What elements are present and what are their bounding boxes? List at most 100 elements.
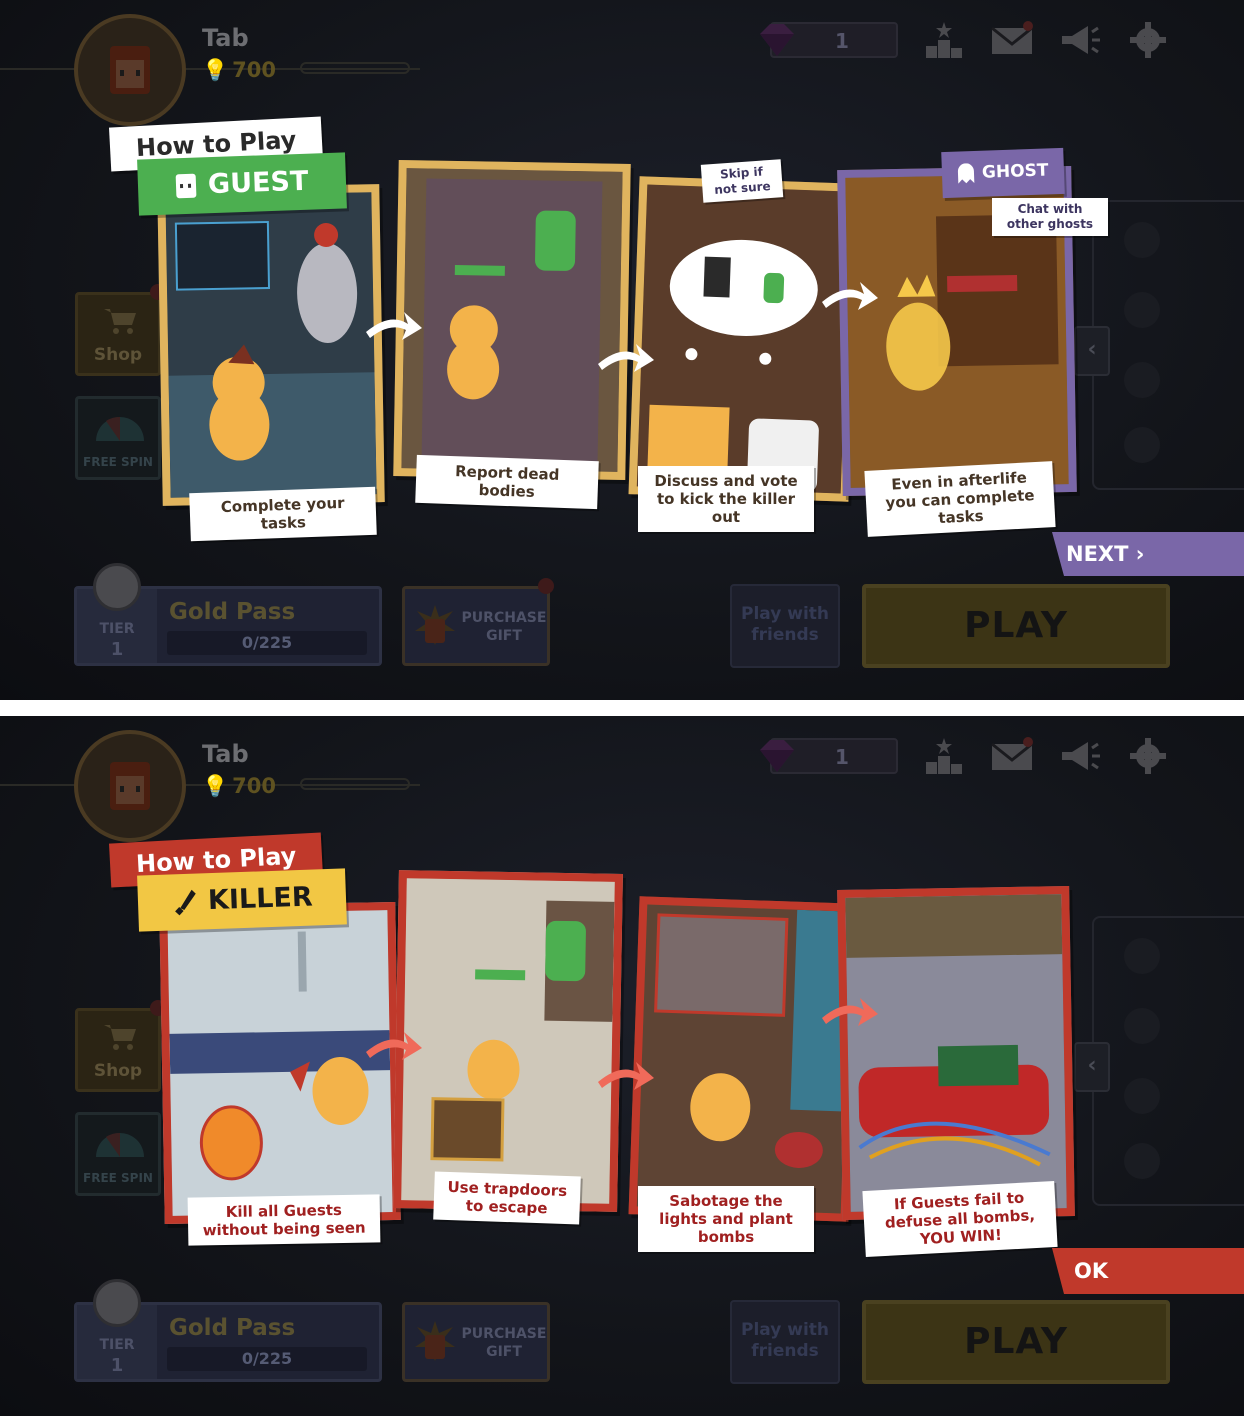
play-with-friends-button[interactable]: Play with friends — [730, 584, 840, 668]
player-name: Tab — [202, 740, 249, 768]
megaphone-icon[interactable] — [1058, 736, 1102, 776]
gold-pass-progress: 0/225 — [167, 1347, 367, 1371]
chevron-right-icon — [598, 344, 654, 372]
player-coins: 💡 700 — [202, 58, 276, 83]
crown-icon — [93, 1279, 141, 1327]
card-illustration — [167, 910, 393, 1216]
tier-label: TIER — [99, 621, 135, 637]
gem-counter[interactable]: 1 — [760, 22, 898, 58]
side-panel — [1092, 916, 1244, 1206]
gold-pass-title: Gold Pass — [169, 1315, 296, 1341]
gear-icon[interactable] — [1126, 20, 1170, 60]
purchase-gift-button[interactable]: PURCHASE GIFT — [402, 1302, 550, 1382]
tutorial-card-discuss — [628, 176, 860, 502]
card-note: Skip if not sure — [700, 159, 784, 203]
tier-column: TIER 1 — [77, 1279, 157, 1379]
coin-count: 700 — [232, 58, 276, 82]
card-caption: Report dead bodies — [415, 454, 599, 510]
killer-tutorial-screen: Tab 💡 700 1 Shop FREE SPIN ‹ TIER 1 Gold… — [0, 716, 1244, 1416]
tier-column: TIER 1 — [77, 563, 157, 663]
player-avatar[interactable] — [74, 14, 186, 126]
purchase-gift-label: PURCHASE GIFT — [461, 610, 547, 644]
free-spin-button[interactable]: FREE SPIN — [75, 396, 161, 480]
shop-label: Shop — [93, 1061, 143, 1081]
card-caption: Sabotage the lights and plant bombs — [638, 1186, 814, 1252]
gear-icon[interactable] — [1126, 736, 1170, 776]
player-coins: 💡 700 — [202, 774, 276, 799]
panel-slot — [1124, 362, 1160, 398]
play-button[interactable]: PLAY — [862, 584, 1170, 668]
chevron-left-icon[interactable]: ‹ — [1074, 1042, 1110, 1092]
card-illustration — [165, 192, 377, 498]
cart-icon — [104, 309, 136, 334]
megaphone-icon[interactable] — [1058, 20, 1102, 60]
card-illustration — [636, 904, 852, 1214]
gold-pass-title: Gold Pass — [169, 599, 296, 625]
panel-slot — [1124, 292, 1160, 328]
ok-button[interactable]: OK — [1052, 1248, 1244, 1294]
role-label: GUEST — [207, 165, 309, 201]
chevron-right-icon — [598, 1062, 654, 1090]
decorative-swirl — [300, 778, 410, 790]
guest-tutorial-screen: Tab 💡 700 1 Shop FREE SPIN ‹ TIER 1 Gold… — [0, 0, 1244, 700]
tutorial-card-bombs — [837, 886, 1075, 1220]
card-illustration — [401, 168, 623, 472]
panel-slot — [1124, 1078, 1160, 1114]
free-spin-button[interactable]: FREE SPIN — [75, 1112, 161, 1196]
chevron-right-icon: › — [1135, 542, 1145, 566]
shop-label: Shop — [93, 345, 143, 365]
shop-button[interactable]: Shop — [75, 1008, 161, 1092]
free-spin-label: FREE SPIN — [83, 455, 153, 469]
mail-icon[interactable] — [990, 20, 1034, 60]
card-illustration — [401, 878, 615, 1204]
role-label: KILLER — [207, 881, 314, 917]
lightbulb-icon: 💡 — [202, 58, 229, 82]
tutorial-card-sabotage — [628, 896, 860, 1222]
leaderboard-icon[interactable] — [922, 20, 966, 60]
tutorial-card-report — [393, 159, 631, 481]
card-note: Chat with other ghosts — [992, 198, 1108, 236]
wheel-icon — [96, 1132, 144, 1157]
player-name: Tab — [202, 24, 249, 52]
card-caption: Even in afterlife you can complete tasks — [864, 461, 1056, 537]
killer-role-tag: KILLER — [137, 868, 347, 932]
panel-slot — [1124, 938, 1160, 974]
shop-button[interactable]: Shop — [75, 292, 161, 376]
mail-icon[interactable] — [990, 736, 1034, 776]
panel-slot — [1124, 427, 1160, 463]
leaderboard-icon[interactable] — [922, 736, 966, 776]
lightbulb-icon: 💡 — [202, 774, 229, 798]
next-button[interactable]: NEXT › — [1052, 532, 1244, 576]
tier-value: 1 — [110, 639, 124, 660]
chevron-right-icon — [366, 312, 422, 340]
card-illustration — [845, 894, 1067, 1212]
chevron-left-icon[interactable]: ‹ — [1074, 326, 1110, 376]
tutorial-card-trapdoors — [393, 870, 623, 1212]
gem-counter[interactable]: 1 — [760, 738, 898, 774]
tutorial-card-tasks — [157, 184, 385, 506]
ghost-role-tag: GHOST — [941, 147, 1065, 199]
wheel-icon — [96, 416, 144, 441]
next-label: NEXT — [1066, 542, 1129, 566]
player-avatar[interactable] — [74, 730, 186, 842]
gem-count: 1 — [835, 29, 849, 53]
play-with-friends-button[interactable]: Play with friends — [730, 1300, 840, 1384]
marshmallow-icon — [415, 1321, 455, 1361]
purchase-gift-label: PURCHASE GIFT — [461, 1326, 547, 1360]
card-caption: If Guests fail to defuse all bombs, YOU … — [862, 1181, 1058, 1257]
play-button[interactable]: PLAY — [862, 1300, 1170, 1384]
gold-pass-panel[interactable]: TIER 1 Gold Pass 0/225 — [74, 563, 382, 666]
card-caption: Complete your tasks — [189, 486, 377, 542]
free-spin-label: FREE SPIN — [83, 1171, 153, 1185]
decorative-swirl — [300, 62, 410, 74]
gold-pass-panel[interactable]: TIER 1 Gold Pass 0/225 — [74, 1279, 382, 1382]
ghost-icon — [957, 163, 975, 184]
panel-slot — [1124, 1008, 1160, 1044]
ghost-role-label: GHOST — [981, 160, 1049, 183]
avatar-icon — [110, 762, 150, 810]
chevron-right-icon — [822, 998, 878, 1026]
cart-icon — [104, 1025, 136, 1050]
purchase-gift-button[interactable]: PURCHASE GIFT — [402, 586, 550, 666]
crown-icon — [93, 563, 141, 611]
knife-icon — [175, 889, 196, 916]
